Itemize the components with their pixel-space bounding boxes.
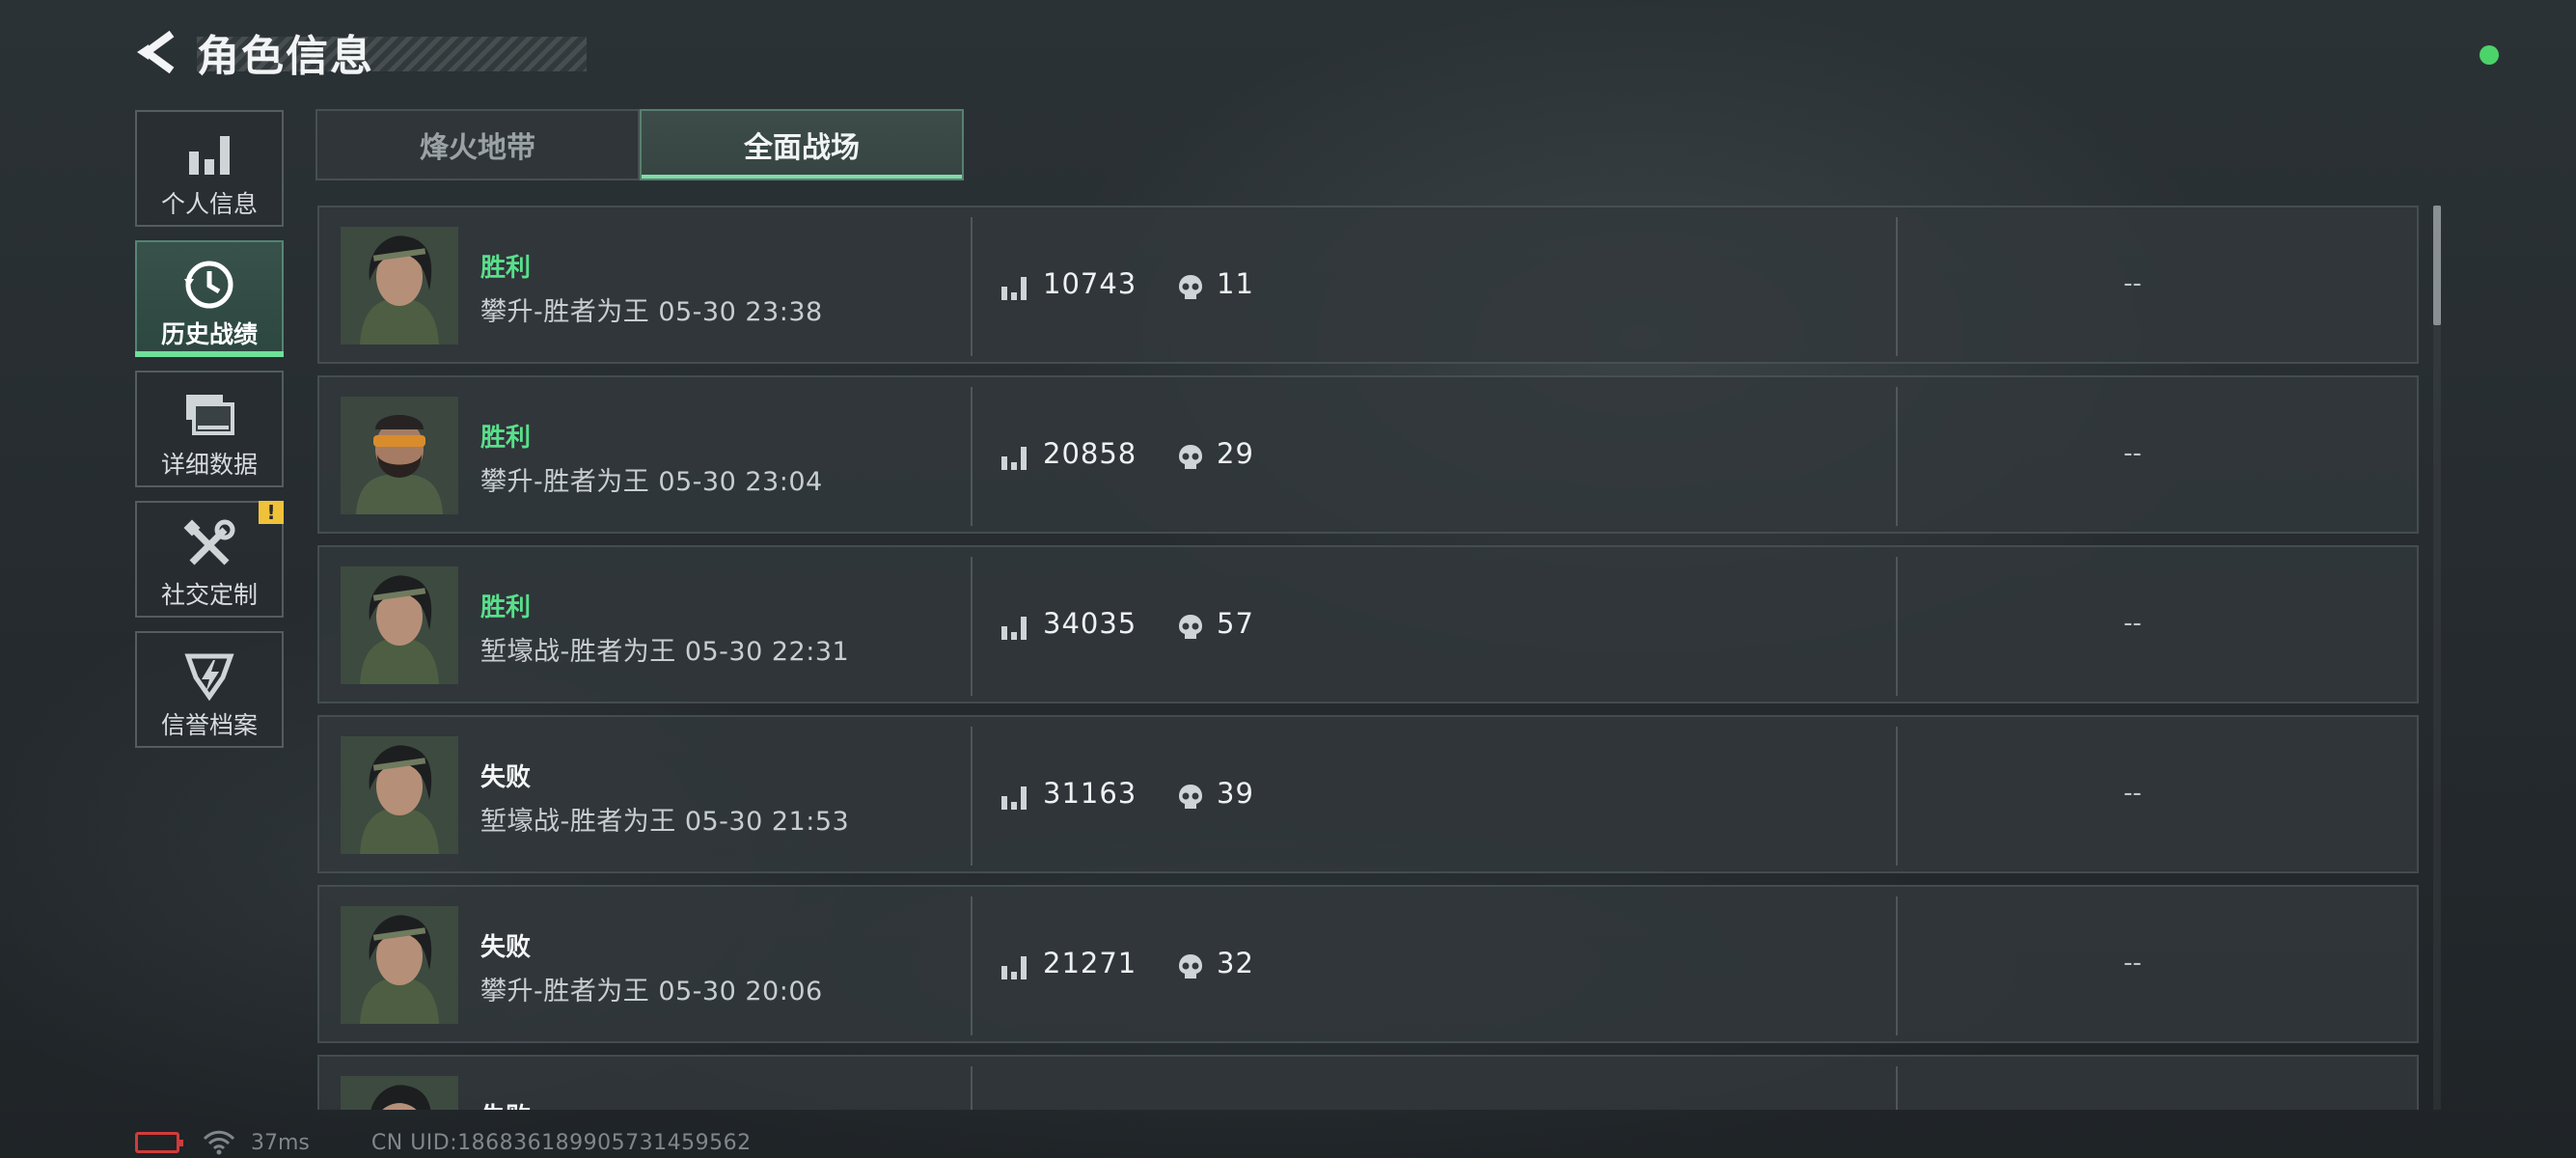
- back-arrow-icon: [137, 30, 175, 74]
- kills-value: 11: [1217, 267, 1254, 300]
- wifi-icon: [203, 1130, 235, 1155]
- sidebar-item-label: 社交定制: [160, 581, 258, 609]
- status-footer: 37ms CN UID:186836189905731459562: [135, 1129, 752, 1156]
- battery-low-icon: [135, 1132, 183, 1153]
- match-mode-time: 堑壕战-胜者为王 05-30 21:53: [480, 807, 850, 837]
- match-row[interactable]: 失败 堑壕战-胜者为王 05-30 21:53 31163 39 --: [317, 715, 2419, 873]
- skull-icon: [1179, 445, 1202, 469]
- mode-tabs: 烽火地带 全面战场: [315, 109, 964, 180]
- match-result: 失败: [480, 1097, 531, 1110]
- score-bar-icon: [1001, 277, 1027, 300]
- user-uid: CN UID:186836189905731459562: [370, 1130, 752, 1155]
- ping-value: 37ms: [251, 1130, 310, 1155]
- row-divider: [971, 217, 973, 356]
- extra-value: --: [2124, 779, 2142, 808]
- row-divider: [971, 557, 973, 696]
- sidebar-item-history[interactable]: 历史战绩: [135, 240, 284, 357]
- score-value: 20858: [1043, 437, 1137, 470]
- sidebar-item-reputation[interactable]: 信誉档案: [135, 631, 284, 748]
- extra-value: --: [2124, 949, 2142, 978]
- bar-chart-icon: [189, 136, 230, 175]
- skull-icon: [1179, 275, 1202, 299]
- score-value: 21271: [1043, 947, 1137, 979]
- extra-value: --: [2124, 269, 2142, 298]
- kills-value: 32: [1217, 947, 1254, 979]
- history-clock-icon: [184, 261, 233, 309]
- sidebar-item-label: 个人信息: [160, 190, 258, 218]
- match-row[interactable]: 胜利 堑壕战-胜者为王 05-30 22:31 34035 57 --: [317, 545, 2419, 703]
- row-divider: [971, 727, 973, 866]
- match-row[interactable]: 胜利 攀升-胜者为王 05-30 23:38 10743 11 --: [317, 206, 2419, 364]
- alert-badge: !: [259, 501, 284, 524]
- sidebar-item-label: 历史战绩: [160, 320, 258, 348]
- row-divider: [971, 896, 973, 1035]
- row-divider: [1896, 1066, 1898, 1110]
- match-result: 胜利: [480, 424, 532, 453]
- operator-avatar: [341, 906, 458, 1024]
- operator-avatar: [341, 736, 458, 854]
- match-result: 失败: [480, 763, 532, 792]
- skull-icon: [1179, 954, 1202, 979]
- sidebar-item-detailed-data[interactable]: 详细数据: [135, 371, 284, 487]
- match-mode-time: 攀升-胜者为王 05-30 23:38: [480, 297, 823, 327]
- operator-avatar: [341, 397, 458, 514]
- row-divider: [971, 1066, 973, 1110]
- match-mode-time: 攀升-胜者为王 05-30 20:06: [480, 977, 823, 1006]
- score-value: 31163: [1043, 777, 1137, 810]
- sidebar-item-label: 信誉档案: [160, 711, 258, 739]
- skull-icon: [1179, 615, 1202, 639]
- operator-avatar: [341, 566, 458, 684]
- kills-value: 39: [1217, 777, 1254, 810]
- score-bar-icon: [1001, 617, 1027, 640]
- reputation-shield-icon: [184, 653, 234, 701]
- match-result: 胜利: [480, 254, 532, 283]
- sidebar-item-social[interactable]: ! 社交定制: [135, 501, 284, 618]
- match-row[interactable]: 失败: [317, 1055, 2419, 1110]
- operator-avatar: [341, 227, 458, 345]
- tab-firezone[interactable]: 烽火地带: [315, 109, 640, 180]
- tab-full-battlefield[interactable]: 全面战场: [640, 109, 964, 180]
- extra-value: --: [2124, 609, 2142, 638]
- header: 角色信息: [135, 25, 587, 81]
- match-history-list[interactable]: 胜利 攀升-胜者为王 05-30 23:38 10743 11 -- 胜利 攀升: [317, 206, 2419, 1110]
- score-value: 34035: [1043, 607, 1137, 640]
- match-row[interactable]: 胜利 攀升-胜者为王 05-30 23:04 20858 29 --: [317, 375, 2419, 534]
- score-value: 10743: [1043, 267, 1137, 300]
- match-result: 胜利: [480, 593, 532, 622]
- sidebar-item-label: 详细数据: [160, 451, 258, 479]
- back-button[interactable]: [135, 25, 179, 79]
- list-scrollbar[interactable]: [2433, 206, 2441, 1110]
- page-title: 角色信息: [197, 32, 374, 81]
- score-bar-icon: [1001, 786, 1027, 810]
- row-divider: [1896, 217, 1898, 356]
- skull-icon: [1179, 785, 1202, 809]
- kills-value: 57: [1217, 607, 1254, 640]
- sidebar-item-personal-info[interactable]: 个人信息: [135, 110, 284, 227]
- kills-value: 29: [1217, 437, 1254, 470]
- match-result: 失败: [480, 933, 532, 962]
- online-status-dot: [2480, 45, 2499, 65]
- row-divider: [1896, 896, 1898, 1035]
- tools-icon: [183, 519, 235, 565]
- folders-icon: [186, 395, 234, 435]
- operator-avatar: [341, 1076, 458, 1110]
- title-wrap: 角色信息: [197, 25, 587, 81]
- sidebar: 个人信息 历史战绩 详细数据 ! 社交定制 信誉档案: [135, 110, 284, 761]
- score-bar-icon: [1001, 956, 1027, 979]
- row-divider: [1896, 557, 1898, 696]
- match-row[interactable]: 失败 攀升-胜者为王 05-30 20:06 21271 32 --: [317, 885, 2419, 1043]
- row-divider: [1896, 387, 1898, 526]
- score-bar-icon: [1001, 447, 1027, 470]
- row-divider: [1896, 727, 1898, 866]
- match-mode-time: 攀升-胜者为王 05-30 23:04: [480, 467, 823, 497]
- scroll-thumb[interactable]: [2433, 206, 2441, 325]
- row-divider: [971, 387, 973, 526]
- match-mode-time: 堑壕战-胜者为王 05-30 22:31: [480, 637, 850, 667]
- extra-value: --: [2124, 439, 2142, 468]
